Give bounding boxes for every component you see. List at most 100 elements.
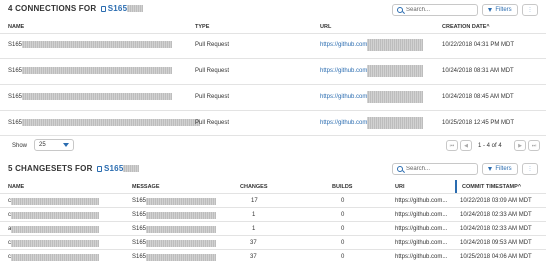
connections-project-link[interactable]: S165 bbox=[108, 4, 127, 13]
sort-asc-icon: ^ bbox=[486, 24, 490, 30]
row-uri[interactable]: https://github.com... bbox=[395, 251, 447, 263]
row-uri[interactable]: https://github.com... bbox=[395, 237, 447, 249]
row-message: S165 bbox=[132, 223, 217, 235]
row-timestamp: 10/24/2018 02:33 AM MDT bbox=[460, 212, 532, 218]
row-url[interactable]: https://github.com bbox=[320, 114, 424, 131]
row-uri[interactable]: https://github.com... bbox=[395, 195, 447, 207]
row-changes: 37 bbox=[250, 240, 257, 246]
col-header-changes[interactable]: CHANGES bbox=[240, 184, 268, 190]
row-url[interactable]: https://github.com bbox=[320, 62, 424, 79]
row-changes: 37 bbox=[250, 254, 257, 260]
dropdown-caret-icon bbox=[63, 143, 69, 147]
redacted-text bbox=[22, 119, 201, 126]
redacted-text bbox=[146, 239, 217, 247]
first-page-button[interactable]: ⏮ bbox=[446, 140, 458, 151]
row-name: S165 bbox=[8, 36, 173, 53]
redacted-text bbox=[11, 197, 99, 205]
commit-timestamp-label: COMMIT TIMESTAMP bbox=[462, 184, 518, 190]
col-header-uri[interactable]: URI bbox=[395, 184, 404, 190]
page-info: 1 - 4 of 4 bbox=[478, 142, 502, 149]
next-page-button[interactable]: ▶ bbox=[514, 140, 526, 151]
connections-search-input[interactable] bbox=[406, 7, 466, 13]
row-name: c bbox=[8, 209, 99, 221]
col-header-type[interactable]: TYPE bbox=[195, 24, 209, 30]
row-builds: 0 bbox=[341, 240, 345, 246]
redacted-text bbox=[367, 64, 424, 77]
redacted-text bbox=[11, 239, 99, 247]
url-link[interactable]: https://github.com bbox=[320, 42, 367, 48]
row-divider bbox=[0, 235, 546, 236]
row-timestamp: 10/25/2018 04:06 AM MDT bbox=[460, 254, 532, 260]
changesets-search-input[interactable] bbox=[406, 166, 466, 172]
creation-date-label: CREATION DATE bbox=[442, 24, 487, 30]
changesets-column-settings-button[interactable]: ⋮ bbox=[522, 163, 538, 175]
row-timestamp: 10/24/2018 09:53 AM MDT bbox=[460, 240, 532, 246]
filter-icon bbox=[488, 167, 493, 171]
redacted-text bbox=[367, 38, 424, 51]
row-divider bbox=[0, 110, 546, 111]
name-text: S165 bbox=[8, 67, 23, 74]
redacted-text bbox=[367, 116, 424, 129]
row-name: c bbox=[8, 251, 99, 263]
changesets-filters-button[interactable]: Filters bbox=[482, 163, 518, 175]
header-divider bbox=[0, 33, 546, 34]
row-uri[interactable]: https://github.com... bbox=[395, 209, 447, 221]
redacted-text bbox=[11, 225, 100, 233]
message-text: S165 bbox=[132, 240, 147, 246]
row-type: Pull Request bbox=[195, 41, 230, 48]
url-link[interactable]: https://github.com bbox=[320, 68, 367, 74]
changesets-project-link[interactable]: S165 bbox=[104, 164, 123, 173]
connections-search[interactable] bbox=[392, 4, 478, 16]
row-url[interactable]: https://github.com bbox=[320, 36, 424, 53]
row-type: Pull Request bbox=[195, 119, 230, 126]
filters-label: Filters bbox=[495, 7, 512, 13]
changesets-search[interactable] bbox=[392, 163, 478, 175]
col-header-creation-date[interactable]: CREATION DATE^ bbox=[442, 24, 490, 30]
connections-title: 4 CONNECTIONS FOR S165 bbox=[8, 4, 144, 13]
row-message: S165 bbox=[132, 195, 217, 207]
redacted-text bbox=[367, 90, 424, 103]
last-page-button[interactable]: ⏭ bbox=[528, 140, 540, 151]
row-timestamp: 10/24/2018 02:33 AM MDT bbox=[460, 226, 532, 232]
connections-title-text: 4 CONNECTIONS FOR bbox=[8, 4, 97, 13]
url-link[interactable]: https://github.com bbox=[320, 120, 367, 126]
project-icon bbox=[100, 5, 106, 12]
row-name: c bbox=[8, 195, 99, 207]
row-message: S165 bbox=[132, 237, 217, 249]
row-changes: 1 bbox=[252, 212, 256, 218]
row-message: S165 bbox=[132, 209, 217, 221]
column-resize-handle[interactable] bbox=[455, 180, 457, 193]
page-size-value: 25 bbox=[39, 142, 46, 148]
url-link[interactable]: https://github.com bbox=[320, 94, 367, 100]
row-date: 10/24/2018 08:31 AM MDT bbox=[442, 67, 514, 74]
next-page-icon: ▶ bbox=[518, 142, 522, 149]
col-header-commit-timestamp[interactable]: COMMIT TIMESTAMP^ bbox=[462, 184, 521, 190]
row-builds: 0 bbox=[341, 212, 345, 218]
row-name: S165 bbox=[8, 62, 173, 79]
col-header-name[interactable]: NAME bbox=[8, 184, 24, 190]
row-builds: 0 bbox=[341, 226, 345, 232]
row-divider bbox=[0, 207, 546, 208]
connections-filters-button[interactable]: Filters bbox=[482, 4, 518, 16]
row-divider bbox=[0, 221, 546, 222]
search-icon bbox=[397, 7, 403, 13]
filters-label: Filters bbox=[495, 166, 512, 172]
col-header-url[interactable]: URL bbox=[320, 24, 331, 30]
message-text: S165 bbox=[132, 226, 147, 232]
col-header-builds[interactable]: BUILDS bbox=[332, 184, 352, 190]
redacted-text bbox=[22, 67, 173, 74]
col-header-message[interactable]: MESSAGE bbox=[132, 184, 160, 190]
connections-column-settings-button[interactable]: ⋮ bbox=[522, 4, 538, 16]
row-url[interactable]: https://github.com bbox=[320, 88, 424, 105]
row-divider bbox=[0, 249, 546, 250]
page-size-select[interactable]: 25 bbox=[34, 139, 74, 151]
first-page-icon: ⏮ bbox=[449, 142, 455, 149]
changesets-title: 5 CHANGESETS FOR S165 bbox=[8, 164, 140, 173]
filter-icon bbox=[488, 8, 493, 12]
col-header-name[interactable]: NAME bbox=[8, 24, 24, 30]
row-uri[interactable]: https://github.com... bbox=[395, 223, 447, 235]
row-name: a bbox=[8, 223, 100, 235]
redacted-project-name bbox=[127, 5, 144, 13]
prev-page-button[interactable]: ◀ bbox=[460, 140, 472, 151]
redacted-text bbox=[11, 253, 99, 261]
